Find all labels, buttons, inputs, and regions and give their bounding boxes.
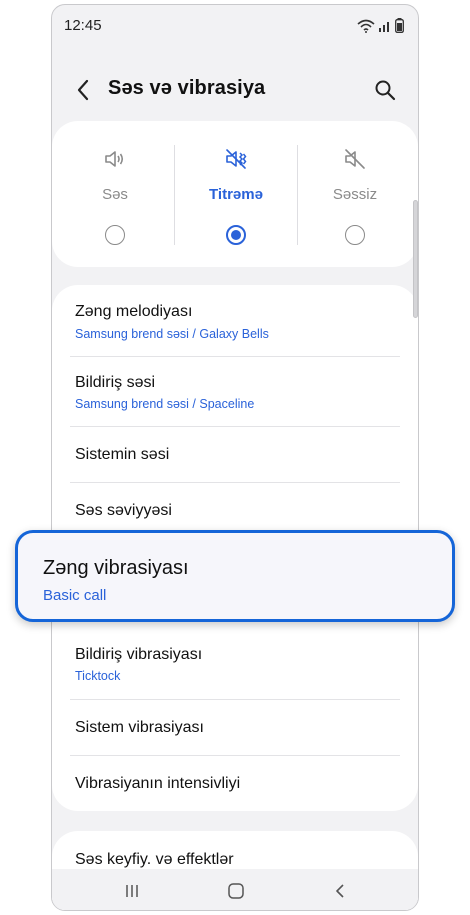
setting-title: Sistemin səsi	[75, 446, 170, 463]
setting-title: Zəng vibrasiyası	[43, 557, 189, 579]
speaker-icon	[105, 151, 124, 167]
navigation-bar	[52, 869, 418, 910]
mode-label-sound: Səs	[102, 186, 128, 203]
sound-mode-card: Səs Titrəmə Səssiz	[52, 121, 418, 267]
search-icon	[375, 80, 396, 101]
vibrate-icon	[226, 149, 247, 169]
mode-label-mute: Səssiz	[332, 186, 378, 203]
setting-vibration-intensity[interactable]: Vibrasiyanın intensivliyi	[52, 756, 418, 812]
mode-option-vibrate[interactable]: Titrəmə	[175, 121, 297, 267]
mute-icon	[345, 149, 365, 169]
setting-call-vibration[interactable]: Zəng vibrasiyası Basic call	[15, 530, 455, 622]
setting-subtitle: Ticktock	[75, 669, 121, 683]
battery-icon	[395, 18, 404, 33]
search-button[interactable]	[372, 77, 398, 103]
setting-subtitle: Samsung brend səsi / Spaceline	[75, 397, 255, 411]
setting-title: Zəng melodiyası	[75, 303, 193, 320]
mode-option-mute[interactable]: Səssiz	[294, 121, 416, 267]
setting-title: Bildiriş vibrasiyası	[75, 646, 203, 663]
mode-option-sound[interactable]: Səs	[54, 121, 176, 267]
setting-subtitle: Basic call	[43, 587, 107, 604]
status-bar: 12:45	[52, 5, 418, 45]
scrollbar-handle[interactable]	[413, 200, 418, 318]
status-icons	[357, 18, 404, 33]
app-bar: Səs və vibrasiya	[52, 65, 418, 115]
setting-title: Səs keyfiy. və effektlər	[75, 851, 234, 868]
phone-screen: 12:45 Səs və vibrasiya Səs Titrəmə Səssi…	[51, 4, 419, 911]
setting-title: Vibrasiyanın intensivliyi	[75, 775, 241, 792]
mode-radio-sound[interactable]	[105, 225, 125, 245]
setting-subtitle: Samsung brend səsi / Galaxy Bells	[75, 327, 269, 341]
chevron-left-icon	[77, 79, 89, 101]
setting-sound-quality[interactable]: Səs keyfiy. və effektlər	[52, 831, 418, 871]
back-icon	[336, 884, 344, 898]
setting-title: Bildiriş səsi	[75, 374, 156, 391]
recent-apps-icon	[126, 885, 138, 897]
setting-notification-vibration[interactable]: Bildiriş vibrasiyası Ticktock	[52, 629, 418, 699]
setting-title: Sistem vibrasiyası	[75, 719, 204, 736]
recent-apps-button[interactable]	[120, 879, 144, 903]
setting-ringtone[interactable]: Zəng melodiyası Samsung brend səsi / Gal…	[52, 285, 418, 355]
nav-back-button[interactable]	[328, 879, 352, 903]
back-button[interactable]	[70, 77, 96, 103]
home-icon	[228, 883, 244, 899]
wifi-icon	[357, 19, 375, 33]
signal-icon	[379, 21, 389, 32]
mode-radio-vibrate[interactable]	[226, 225, 246, 245]
mode-radio-mute[interactable]	[345, 225, 365, 245]
home-button[interactable]	[224, 879, 248, 903]
setting-notification-sound[interactable]: Bildiriş səsi Samsung brend səsi / Space…	[52, 357, 418, 427]
mode-label-vibrate: Titrəmə	[209, 186, 263, 203]
setting-system-vibration[interactable]: Sistem vibrasiyası	[52, 700, 418, 756]
page-title: Səs və vibrasiya	[108, 77, 266, 99]
setting-system-sound[interactable]: Sistemin səsi	[52, 427, 418, 483]
setting-title: Səs səviyyəsi	[75, 502, 172, 519]
status-time: 12:45	[64, 17, 102, 34]
